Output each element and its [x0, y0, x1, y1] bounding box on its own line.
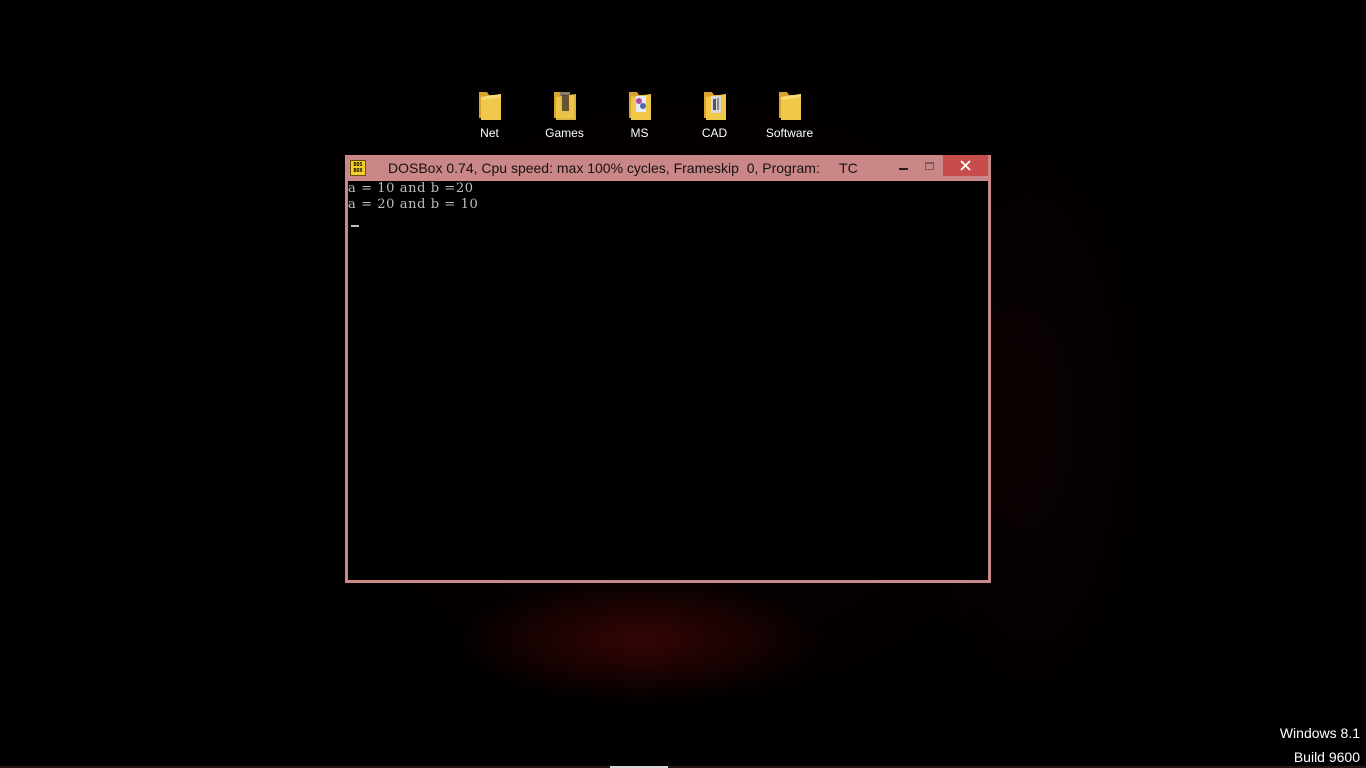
console-area[interactable]: a = 10 and b =20 a = 20 and b = 10 [348, 181, 988, 580]
desktop-icon-ms[interactable]: MS [602, 88, 677, 148]
minimize-button[interactable] [891, 155, 917, 176]
folder-cad-icon [703, 92, 726, 120]
desktop-icon-label: Net [480, 126, 499, 140]
desktop-icon-cad[interactable]: CAD [677, 88, 752, 148]
maximize-icon [925, 161, 934, 170]
desktop-icon-label: Software [765, 126, 814, 140]
app-icon-text: DOS BOX [353, 162, 363, 174]
folder-icon [778, 92, 801, 120]
desktop: Net Games MS CAD Software DOS BOX DOSBox… [0, 0, 1366, 768]
minimize-icon [899, 167, 908, 170]
desktop-icon-games[interactable]: Games [527, 88, 602, 148]
desktop-icon-label: Games [545, 126, 584, 140]
dosbox-app-icon[interactable]: DOS BOX [350, 160, 366, 176]
desktop-icon-software[interactable]: Software [752, 88, 827, 148]
desktop-icon-label: CAD [701, 126, 728, 140]
windows-version-watermark: Windows 8.1 [1279, 725, 1360, 741]
windows-build-watermark: Build 9600 [1293, 749, 1360, 765]
text-cursor [351, 225, 359, 227]
folder-ms-icon [628, 92, 651, 120]
folder-games-icon [553, 92, 576, 120]
maximize-button[interactable] [917, 155, 943, 176]
close-icon [960, 160, 971, 171]
console-line: a = 10 and b =20 [348, 181, 474, 196]
close-button[interactable] [943, 155, 988, 176]
desktop-icon-label: MS [630, 126, 649, 140]
window-titlebar[interactable]: DOS BOX DOSBox 0.74, Cpu speed: max 100%… [345, 155, 991, 181]
window-title: DOSBox 0.74, Cpu speed: max 100% cycles,… [388, 160, 858, 176]
desktop-icons: Net Games MS CAD Software [452, 88, 827, 148]
desktop-icon-net[interactable]: Net [452, 88, 527, 148]
folder-icon [478, 92, 501, 120]
console-line: a = 20 and b = 10 [348, 197, 479, 212]
dosbox-window[interactable]: DOS BOX DOSBox 0.74, Cpu speed: max 100%… [345, 155, 991, 583]
